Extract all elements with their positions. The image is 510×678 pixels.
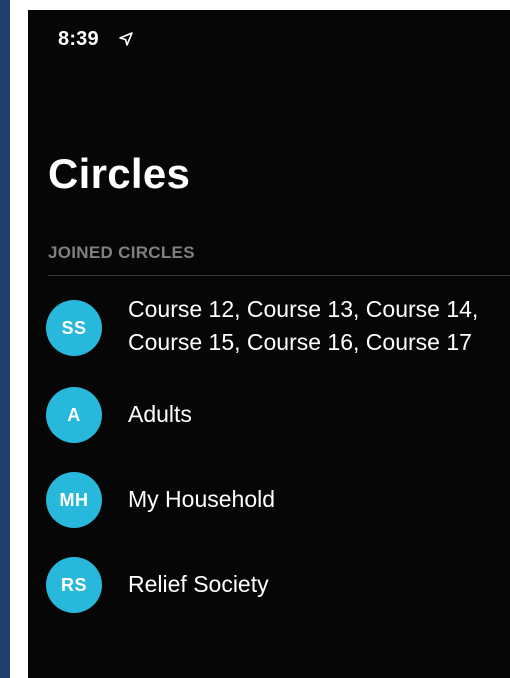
avatar: RS: [46, 557, 102, 613]
section-divider: [48, 275, 510, 276]
circle-label: Course 12, Course 13, Course 14, Course …: [128, 296, 479, 355]
circle-item-course[interactable]: SS Course 12, Course 13, Course 14, Cour…: [28, 290, 510, 366]
avatar: SS: [46, 300, 102, 356]
status-time: 8:39: [58, 28, 99, 50]
device-frame: 8:39 Circles JOINED CIRCLES SS Course 12…: [0, 0, 510, 678]
phone-screen: 8:39 Circles JOINED CIRCLES SS Course 12…: [28, 10, 510, 678]
circle-label: My Household: [128, 486, 276, 512]
section-header: JOINED CIRCLES: [48, 243, 195, 262]
avatar: MH: [46, 472, 102, 528]
avatar: A: [46, 387, 102, 443]
circle-item-my-household[interactable]: MH My Household: [28, 465, 510, 537]
window-edge: [0, 0, 10, 678]
page-title: Circles: [48, 150, 191, 197]
location-arrow-icon: [119, 32, 133, 46]
circle-item-adults[interactable]: A Adults: [28, 380, 510, 452]
window-margin: [10, 0, 28, 678]
circle-label: Adults: [128, 401, 192, 427]
circle-item-relief-society[interactable]: RS Relief Society: [28, 550, 510, 622]
circle-label: Relief Society: [128, 571, 269, 597]
